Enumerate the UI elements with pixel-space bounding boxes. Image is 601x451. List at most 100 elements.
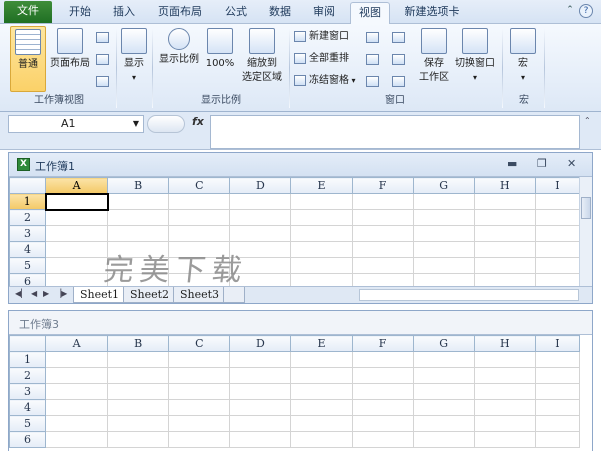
page-break-preview-icon[interactable]: [96, 32, 109, 43]
horizontal-scrollbar[interactable]: [359, 289, 579, 301]
cell[interactable]: [45, 351, 109, 368]
split-icon[interactable]: [366, 32, 379, 43]
cell[interactable]: [290, 225, 353, 242]
cell[interactable]: [534, 431, 581, 448]
cell[interactable]: [534, 193, 581, 210]
cell[interactable]: [45, 209, 109, 226]
macros-button[interactable]: 宏 ▾: [508, 26, 538, 92]
show-button[interactable]: 显示 ▾: [118, 26, 150, 92]
cell[interactable]: [534, 257, 581, 274]
cell[interactable]: [534, 399, 581, 416]
cell[interactable]: [473, 431, 536, 448]
row-header[interactable]: 5: [8, 257, 47, 274]
insert-function-button[interactable]: fx: [192, 115, 204, 128]
reset-window-icon[interactable]: [392, 76, 405, 87]
cell[interactable]: [290, 431, 353, 448]
cell[interactable]: [45, 415, 109, 432]
row-header[interactable]: 5: [8, 415, 47, 432]
row-header[interactable]: 1: [8, 351, 47, 368]
cell[interactable]: [412, 367, 475, 384]
help-collapse-icon[interactable]: ⌃: [563, 4, 577, 18]
column-header[interactable]: E: [290, 335, 353, 352]
formula-input[interactable]: [210, 115, 580, 149]
cell[interactable]: [107, 399, 170, 416]
cell[interactable]: [107, 209, 170, 226]
switch-windows-button[interactable]: 切换窗口 ▾: [454, 26, 496, 92]
cell[interactable]: [229, 431, 292, 448]
cell[interactable]: [45, 257, 109, 274]
sheet-tab-3[interactable]: Sheet3: [173, 287, 227, 303]
cell[interactable]: [290, 209, 353, 226]
cell[interactable]: [168, 193, 231, 210]
cell[interactable]: [229, 193, 292, 210]
column-header[interactable]: A: [45, 177, 109, 194]
row-header[interactable]: 1: [8, 193, 47, 210]
zoom-to-selection-button[interactable]: 缩放到 选定区域: [238, 26, 286, 92]
cell[interactable]: [534, 209, 581, 226]
cell[interactable]: [473, 383, 536, 400]
cell[interactable]: [351, 209, 414, 226]
tab-formulas[interactable]: 公式: [218, 2, 254, 24]
tab-insert[interactable]: 插入: [106, 2, 142, 24]
cell[interactable]: [168, 415, 231, 432]
first-sheet-icon[interactable]: ◀▏: [15, 289, 27, 298]
cell[interactable]: [412, 431, 475, 448]
cell[interactable]: [351, 241, 414, 258]
normal-view-button[interactable]: 普通: [10, 26, 46, 92]
cell[interactable]: [168, 209, 231, 226]
cell[interactable]: [107, 415, 170, 432]
page-layout-view-button[interactable]: 页面布局: [48, 26, 92, 92]
name-box[interactable]: A1 ▼: [8, 115, 144, 133]
cell[interactable]: [473, 241, 536, 258]
column-header[interactable]: B: [107, 177, 170, 194]
tab-review[interactable]: 审阅: [306, 2, 342, 24]
cell[interactable]: [412, 225, 475, 242]
cell[interactable]: [473, 367, 536, 384]
chevron-down-icon[interactable]: ▼: [133, 116, 139, 132]
cell[interactable]: [534, 367, 581, 384]
cell[interactable]: [229, 415, 292, 432]
select-all-corner[interactable]: [8, 177, 47, 194]
tab-view[interactable]: 视图: [350, 2, 390, 25]
row-header[interactable]: 2: [8, 209, 47, 226]
cell[interactable]: [473, 257, 536, 274]
cell[interactable]: [290, 383, 353, 400]
row-header[interactable]: 4: [8, 241, 47, 258]
column-header[interactable]: I: [534, 177, 581, 194]
cell[interactable]: [168, 383, 231, 400]
new-window-button[interactable]: 新建窗口: [294, 28, 349, 46]
cell[interactable]: [534, 351, 581, 368]
tab-home[interactable]: 开始: [62, 2, 98, 24]
vertical-scrollbar[interactable]: [579, 177, 592, 287]
cell[interactable]: [107, 225, 170, 242]
row-header[interactable]: 6: [8, 431, 47, 448]
cell[interactable]: [351, 431, 414, 448]
row-header[interactable]: 3: [8, 383, 47, 400]
cell[interactable]: [290, 257, 353, 274]
select-all-corner[interactable]: [8, 335, 47, 352]
unhide-icon[interactable]: [366, 76, 379, 87]
cell[interactable]: [412, 383, 475, 400]
cell[interactable]: [351, 193, 414, 210]
cell[interactable]: [107, 431, 170, 448]
insert-sheet-icon[interactable]: [223, 287, 245, 303]
cell[interactable]: [45, 431, 109, 448]
cell[interactable]: [290, 241, 353, 258]
cell[interactable]: [290, 399, 353, 416]
cell[interactable]: [412, 415, 475, 432]
zoom-button[interactable]: 显示比例: [156, 26, 202, 92]
last-sheet-icon[interactable]: ▕▶: [55, 289, 67, 298]
column-header[interactable]: D: [229, 177, 292, 194]
cell[interactable]: [351, 257, 414, 274]
column-header[interactable]: H: [473, 335, 536, 352]
column-header[interactable]: G: [412, 335, 475, 352]
column-header[interactable]: H: [473, 177, 536, 194]
cell[interactable]: [107, 351, 170, 368]
column-header[interactable]: D: [229, 335, 292, 352]
row-header[interactable]: 2: [8, 367, 47, 384]
cell[interactable]: [45, 399, 109, 416]
column-header[interactable]: C: [168, 335, 231, 352]
cell[interactable]: [412, 193, 475, 210]
cell[interactable]: [45, 241, 109, 258]
cell[interactable]: [351, 225, 414, 242]
